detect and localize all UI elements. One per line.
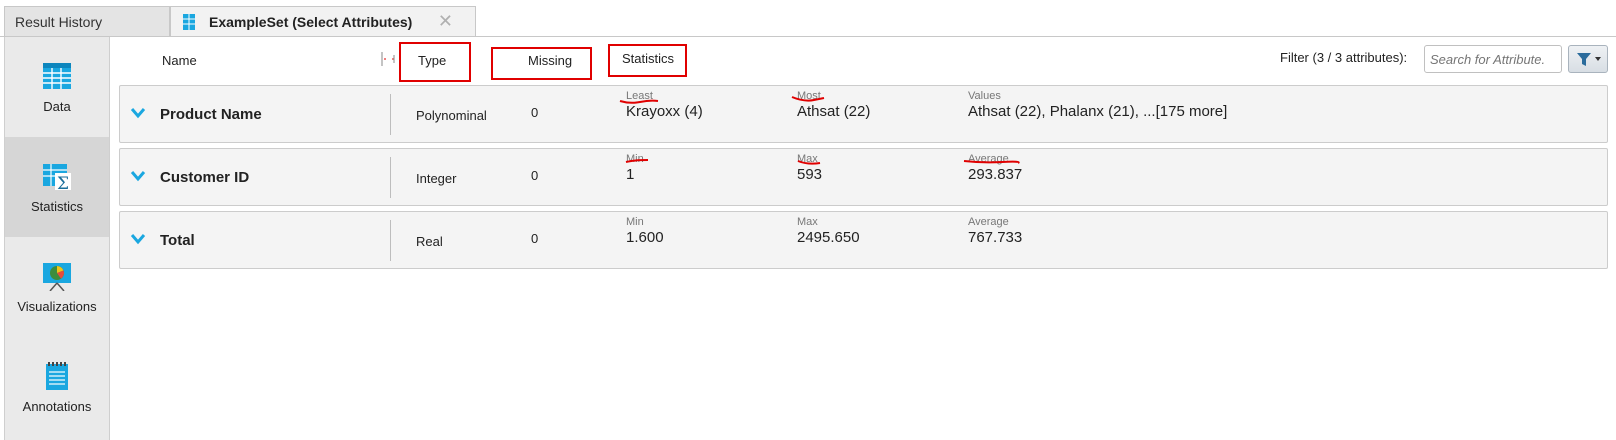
- sidebar-item-label: Visualizations: [17, 299, 97, 314]
- sidebar-item-annotations[interactable]: Annotations: [5, 337, 109, 437]
- attribute-type: Polynominal: [416, 108, 487, 123]
- highlight-box: [608, 44, 687, 77]
- annotation-underline: [797, 160, 821, 165]
- chevron-down-icon[interactable]: [130, 231, 146, 247]
- stat-max: Max 2495.650: [797, 216, 860, 247]
- stat-label: Average: [968, 216, 1009, 228]
- filter-label: Filter (3 / 3 attributes):: [1280, 50, 1408, 65]
- search-input[interactable]: [1424, 45, 1562, 73]
- chevron-down-icon[interactable]: [130, 168, 146, 184]
- divider: [390, 157, 391, 198]
- sidebar: Data Σ Statistics Visualizations Annotat…: [4, 37, 110, 440]
- stat-average: Average 767.733: [968, 216, 1022, 247]
- annotation-underline: [625, 159, 649, 163]
- annotation-underline: [791, 96, 825, 102]
- attribute-name: Product Name: [160, 106, 262, 123]
- attribute-type: Integer: [416, 171, 457, 186]
- header-label: Name: [162, 52, 197, 68]
- tab-label: ExampleSet (Select Attributes): [209, 13, 413, 30]
- divider: [390, 94, 391, 135]
- annotation-underline: [963, 160, 1020, 164]
- filter-icon: [1577, 53, 1601, 66]
- tab-result-history[interactable]: Result History: [4, 6, 170, 36]
- attribute-type: Real: [416, 234, 443, 249]
- chevron-down-icon[interactable]: [130, 105, 146, 121]
- statistics-icon: Σ: [43, 164, 71, 191]
- stat-value: 2495.650: [797, 229, 860, 246]
- highlight-box: [491, 47, 592, 80]
- tab-label: Result History: [15, 13, 103, 30]
- tab-exampleset[interactable]: ExampleSet (Select Attributes) ✕: [170, 6, 476, 36]
- stat-value: 293.837: [968, 166, 1023, 183]
- table-icon: [183, 13, 195, 30]
- sidebar-item-visualizations[interactable]: Visualizations: [5, 237, 109, 337]
- attribute-name: Total: [160, 232, 195, 249]
- stat-label: Min: [626, 216, 644, 228]
- attribute-row[interactable]: Total Real 0 Min 1.600 Max 2495.650 Aver…: [119, 211, 1608, 269]
- stat-value: 593: [797, 166, 823, 183]
- tab-bar: Result History ExampleSet (Select Attrib…: [0, 0, 1616, 37]
- column-header-name[interactable]: Name: [162, 44, 197, 76]
- sidebar-item-label: Annotations: [22, 399, 92, 414]
- stat-value: Athsat (22): [797, 103, 871, 120]
- filter-button[interactable]: [1568, 45, 1608, 73]
- missing-count: 0: [531, 231, 539, 246]
- close-icon[interactable]: ✕: [438, 11, 453, 32]
- sidebar-item-data[interactable]: Data: [5, 37, 109, 137]
- table-icon: [43, 63, 71, 89]
- sidebar-item-statistics[interactable]: Σ Statistics: [5, 137, 109, 237]
- highlight-box: [399, 42, 471, 82]
- attribute-row[interactable]: Product Name Polynominal 0 Least Krayoxx…: [119, 85, 1608, 143]
- stat-value: 767.733: [968, 229, 1023, 246]
- stat-min: Min 1.600: [626, 216, 664, 247]
- attribute-row[interactable]: Customer ID Integer 0 Min 1 Max 593 Aver…: [119, 148, 1608, 206]
- stat-label: Max: [797, 216, 818, 228]
- sidebar-item-label: Data: [43, 99, 71, 114]
- attribute-name: Customer ID: [160, 169, 250, 186]
- stat-value: 1.600: [626, 229, 664, 246]
- stat-value: 1: [626, 166, 635, 183]
- missing-count: 0: [531, 168, 539, 183]
- svg-text:Σ: Σ: [57, 174, 69, 191]
- column-resize-handle-icon[interactable]: [380, 50, 396, 68]
- missing-count: 0: [531, 105, 539, 120]
- chart-board-icon: [43, 263, 71, 291]
- stat-values: Values Athsat (22), Phalanx (21), ...[17…: [968, 90, 1227, 121]
- divider: [390, 220, 391, 261]
- stat-value: Athsat (22), Phalanx (21), ...[175 more]: [968, 103, 1228, 120]
- notepad-icon: [46, 362, 68, 390]
- annotation-underline: [619, 99, 659, 104]
- stat-label: Values: [968, 90, 1001, 102]
- sidebar-item-label: Statistics: [30, 199, 83, 214]
